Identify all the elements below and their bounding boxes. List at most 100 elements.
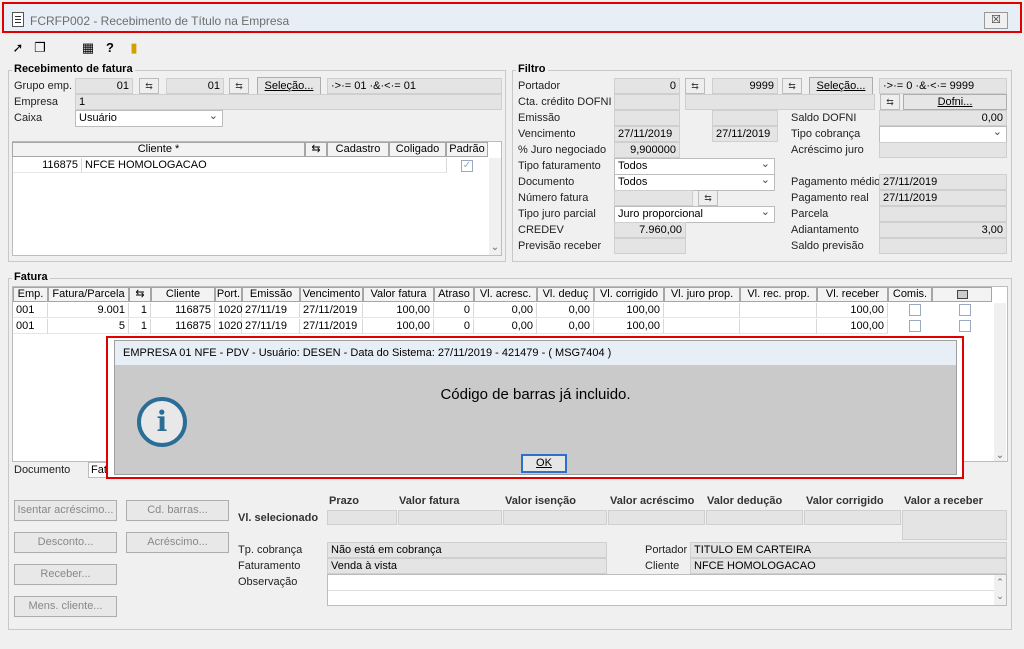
cliente-code-cell[interactable]: 116875 bbox=[13, 158, 82, 173]
observacao-textarea[interactable]: ⌃ ⌄ bbox=[327, 574, 1007, 606]
col-cliente[interactable]: Cliente bbox=[151, 287, 215, 302]
cta-credito-label: Cta. crédito DOFNI bbox=[518, 96, 612, 108]
documento-field[interactable]: Fat bbox=[88, 462, 108, 478]
row-emp: 001 bbox=[13, 319, 48, 334]
fatura-scrollbar[interactable]: ⌄ bbox=[994, 303, 1006, 461]
table-row[interactable]: 001 9.001 1 116875 1020 27/11/19 27/11/2… bbox=[13, 303, 993, 318]
saldo-previsao-label: Saldo previsão bbox=[791, 240, 864, 252]
portador-to-lookup-button[interactable]: ⇆ bbox=[782, 78, 802, 94]
close-button[interactable]: ☒ bbox=[984, 12, 1008, 29]
padrao-col-header[interactable]: Padrão bbox=[446, 142, 488, 157]
caixa-select[interactable]: Usuário bbox=[75, 110, 223, 127]
portador-from-lookup-button[interactable]: ⇆ bbox=[685, 78, 705, 94]
row-comis-checkbox[interactable] bbox=[909, 320, 921, 332]
mens-cliente-button[interactable]: Mens. cliente... bbox=[14, 596, 117, 617]
col-atraso[interactable]: Atraso bbox=[434, 287, 474, 302]
sel-valor-fatura bbox=[398, 510, 502, 525]
col-vl-acresc[interactable]: Vl. acresc. bbox=[474, 287, 537, 302]
col-emp[interactable]: Emp. bbox=[13, 287, 48, 302]
sel-valor-acrescimo bbox=[608, 510, 705, 525]
cta-credito-field[interactable] bbox=[614, 94, 680, 110]
previsao-receber-label: Previsão receber bbox=[518, 240, 602, 252]
col-fatura-lookup[interactable]: ⇆ bbox=[129, 287, 151, 302]
receb-selecao-button[interactable]: Seleção... bbox=[257, 77, 321, 95]
windows-icon[interactable]: ❐ bbox=[32, 40, 48, 56]
receber-button[interactable]: Receber... bbox=[14, 564, 117, 585]
col-vl-rec-prop[interactable]: Vl. rec. prop. bbox=[740, 287, 817, 302]
col-vl-receber[interactable]: Vl. receber bbox=[817, 287, 888, 302]
row-corrigido: 100,00 bbox=[594, 303, 664, 318]
vencimento-to-field[interactable]: 27/11/2019 bbox=[712, 126, 778, 142]
tipo-juro-select[interactable]: Juro proporcional bbox=[614, 206, 775, 223]
col-vl-deduc[interactable]: Vl. deduç bbox=[537, 287, 594, 302]
cd-barras-button[interactable]: Cd. barras... bbox=[126, 500, 229, 521]
isentar-acrescimo-button[interactable]: Isentar acréscimo... bbox=[14, 500, 117, 521]
vencimento-from-field[interactable]: 27/11/2019 bbox=[614, 126, 680, 142]
grupo-from-field[interactable]: 01 bbox=[75, 78, 133, 94]
emissao-from-field[interactable] bbox=[614, 110, 680, 126]
row-select-checkbox[interactable] bbox=[959, 304, 971, 316]
desconto-button[interactable]: Desconto... bbox=[14, 532, 117, 553]
table-row[interactable]: 001 5 1 116875 1020 27/11/19 27/11/2019 … bbox=[13, 319, 993, 334]
cliente-col-lookup[interactable]: ⇆ bbox=[305, 142, 327, 157]
grupo-from-lookup-button[interactable]: ⇆ bbox=[139, 78, 159, 94]
documento-select[interactable]: Todos bbox=[614, 174, 775, 191]
col-fatura-parcela[interactable]: Fatura/Parcela bbox=[48, 287, 129, 302]
padrao-checkbox[interactable]: ✓ bbox=[461, 160, 473, 172]
dofni-button[interactable]: Dofni... bbox=[903, 94, 1007, 110]
help-icon[interactable]: ? bbox=[102, 40, 118, 56]
tipo-cobranca-select[interactable] bbox=[879, 126, 1007, 143]
emissao-to-field[interactable] bbox=[712, 110, 778, 126]
cta-credito-lookup-button[interactable]: ⇆ bbox=[880, 94, 900, 110]
grupo-expression: ·>·= 01 ·&·<·= 01 bbox=[327, 78, 502, 94]
emissao-label: Emissão bbox=[518, 112, 561, 124]
tipo-faturamento-select[interactable]: Todos bbox=[614, 158, 775, 175]
cliente-scrollbar[interactable]: ⌄ bbox=[489, 158, 501, 255]
coligado-col-header[interactable]: Coligado bbox=[389, 142, 446, 157]
previsao-receber-field bbox=[614, 238, 686, 254]
col-vl-corrigido[interactable]: Vl. corrigido bbox=[594, 287, 664, 302]
col-select-all[interactable] bbox=[932, 287, 992, 302]
acrescimo-button[interactable]: Acréscimo... bbox=[126, 532, 229, 553]
col-vencimento[interactable]: Vencimento bbox=[300, 287, 363, 302]
filtro-selecao-button[interactable]: Seleção... bbox=[809, 77, 873, 95]
cliente-col-header[interactable]: Cliente * bbox=[12, 142, 305, 157]
col-valor-fatura[interactable]: Valor fatura bbox=[363, 287, 434, 302]
window-titlebar: FCRFP002 - Recebimento de Título na Empr… bbox=[2, 2, 1022, 33]
tipo-faturamento-label: Tipo faturamento bbox=[518, 160, 601, 172]
numero-fatura-lookup-button[interactable]: ⇆ bbox=[698, 190, 718, 206]
row-comis-checkbox[interactable] bbox=[909, 304, 921, 316]
cliente-name-cell[interactable]: NFCE HOMOLOGACAO bbox=[82, 158, 447, 173]
sel-valor-receber bbox=[902, 510, 1007, 540]
acrescimo-juro-field bbox=[879, 142, 1007, 158]
row-valor: 100,00 bbox=[363, 303, 434, 318]
observacao-scrollbar[interactable]: ⌃ ⌄ bbox=[994, 575, 1006, 605]
calculator-icon[interactable]: ▦ bbox=[80, 40, 96, 56]
ok-button[interactable]: OK bbox=[521, 454, 567, 473]
adiantamento-label: Adiantamento bbox=[791, 224, 859, 236]
empresa-field: 1 bbox=[75, 94, 502, 110]
grupo-to-field[interactable]: 01 bbox=[166, 78, 224, 94]
cadastro-col-header[interactable]: Cadastro bbox=[327, 142, 389, 157]
fatura-grid-header: Emp. Fatura/Parcela ⇆ Cliente Port. Emis… bbox=[12, 287, 994, 302]
portador-from-field[interactable]: 0 bbox=[614, 78, 680, 94]
grupo-label: Grupo emp. bbox=[14, 80, 73, 92]
col-vl-juro-prop[interactable]: Vl. juro prop. bbox=[664, 287, 740, 302]
arrow-icon[interactable]: ➚ bbox=[10, 40, 26, 56]
numero-fatura-field[interactable] bbox=[614, 190, 693, 206]
grupo-to-lookup-button[interactable]: ⇆ bbox=[229, 78, 249, 94]
portador-summary-label: Portador bbox=[645, 544, 688, 556]
receb-group-title: Recebimento de fatura bbox=[12, 63, 135, 75]
adiantamento-field: 3,00 bbox=[879, 222, 1007, 238]
col-port[interactable]: Port. bbox=[215, 287, 242, 302]
juro-negociado-field[interactable]: 9,900000 bbox=[614, 142, 680, 158]
portador-to-field[interactable]: 9999 bbox=[712, 78, 778, 94]
row-select-checkbox[interactable] bbox=[959, 320, 971, 332]
exit-door-icon[interactable]: ▮ bbox=[126, 40, 142, 56]
col-comis[interactable]: Comis. bbox=[888, 287, 932, 302]
row-fatura: 9.001 bbox=[48, 303, 129, 318]
portador-summary-field: TITULO EM CARTEIRA bbox=[690, 542, 1007, 558]
valor-acrescimo-header: Valor acréscimo bbox=[610, 495, 695, 507]
row-parcela: 1 bbox=[129, 319, 151, 334]
col-emissao[interactable]: Emissão bbox=[242, 287, 300, 302]
